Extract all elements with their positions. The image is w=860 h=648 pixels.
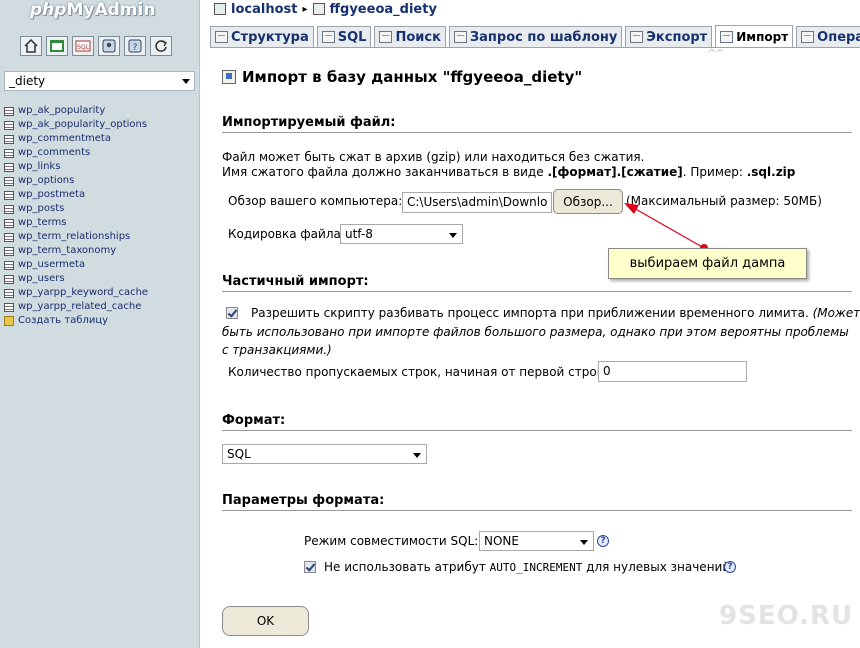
docs-icon[interactable]	[98, 36, 120, 56]
reload-icon[interactable]	[150, 36, 172, 56]
create-table-link[interactable]: Создать таблицу	[4, 314, 148, 328]
database-select[interactable]: _diety	[4, 71, 195, 91]
table-list-item[interactable]: wp_usermeta	[4, 258, 148, 272]
table-icon	[4, 106, 14, 116]
table-list-item[interactable]: wp_postmeta	[4, 188, 148, 202]
new-table-icon	[4, 316, 14, 326]
sql-compat-select[interactable]: NONE	[479, 531, 594, 551]
page-title: Импорт в базу данных "ffgyeeoa_diety"	[222, 68, 582, 86]
allow-interrupt-note: быть использовано при импорте файлов бол…	[222, 325, 849, 339]
browse-button[interactable]: Обзор...	[553, 189, 623, 214]
chevron-down-icon	[413, 453, 421, 458]
table-list-item[interactable]: wp_comments	[4, 146, 148, 160]
section-options-heading: Параметры формата:	[222, 493, 852, 511]
section-file-heading: Импортируемый файл:	[222, 115, 852, 133]
import-page: Импорт в базу данных "ffgyeeoa_diety" Им…	[222, 0, 860, 648]
table-icon	[4, 232, 14, 242]
svg-text:SQL: SQL	[77, 44, 90, 51]
import-icon	[222, 70, 236, 84]
table-list-item[interactable]: wp_term_taxonomy	[4, 244, 148, 258]
allow-interrupt-note-end: с транзакциями.)	[222, 343, 332, 357]
charset-label: Кодировка файла:	[228, 227, 345, 241]
help-icon[interactable]: ?	[124, 36, 146, 56]
sql-compat-label: Режим совместимости SQL:	[304, 534, 479, 548]
table-list: wp_ak_popularity wp_ak_popularity_option…	[4, 104, 148, 328]
ok-button[interactable]: OK	[222, 606, 309, 636]
table-icon	[4, 148, 14, 158]
skip-rows-label: Количество пропускаемых строк, начиная о…	[228, 365, 616, 379]
table-list-item[interactable]: wp_term_relationships	[4, 230, 148, 244]
file-path-field[interactable]: C:\Users\admin\Downlo	[402, 192, 552, 213]
table-icon	[4, 134, 14, 144]
table-icon	[4, 120, 14, 130]
quick-icons-toolbar: SQL ?	[20, 36, 172, 56]
table-icon	[4, 190, 14, 200]
navigation-frame: phpMyAdmin SQL ? _diety wp_ak_popularity…	[0, 0, 200, 648]
table-icon	[4, 176, 14, 186]
table-list-item[interactable]: wp_options	[4, 174, 148, 188]
table-list-item[interactable]: wp_ak_popularity_options	[4, 118, 148, 132]
annotation-callout: выбираем файл дампа	[608, 248, 807, 279]
phpmyadmin-logo[interactable]: phpMyAdmin	[30, 0, 155, 20]
file-description-line2: Имя сжатого файла должно заканчиваться в…	[222, 165, 796, 179]
table-icon	[4, 260, 14, 270]
browse-label: Обзор вашего компьютера:	[228, 194, 403, 208]
section-format-heading: Формат:	[222, 413, 852, 431]
table-icon	[4, 288, 14, 298]
no-auto-increment-label: Не использовать атрибут AUTO_INCREMENT д…	[324, 560, 731, 574]
table-list-item[interactable]: wp_posts	[4, 202, 148, 216]
table-list-item[interactable]: wp_yarpp_keyword_cache	[4, 286, 148, 300]
file-description: Файл может быть сжат в архив (gzip) или …	[222, 150, 645, 164]
help-icon[interactable]: ?	[597, 535, 609, 547]
table-list-item[interactable]: wp_ak_popularity	[4, 104, 148, 118]
table-list-item[interactable]: wp_commentmeta	[4, 132, 148, 146]
no-auto-increment-checkbox[interactable]	[304, 561, 316, 573]
sql-icon[interactable]: SQL	[72, 36, 94, 56]
charset-select[interactable]: utf-8	[340, 224, 463, 244]
table-icon	[4, 274, 14, 284]
max-size-text: (Максимальный размер: 50МБ)	[626, 194, 822, 208]
allow-interrupt-label: Разрешить скрипту разбивать процесс импо…	[251, 306, 860, 320]
chevron-down-icon	[182, 79, 190, 84]
home-icon[interactable]	[20, 36, 42, 56]
allow-interrupt-checkbox[interactable]	[226, 307, 238, 319]
svg-text:?: ?	[133, 43, 138, 53]
chevron-down-icon	[580, 540, 588, 545]
query-window-icon[interactable]	[46, 36, 68, 56]
table-list-item[interactable]: wp_yarpp_related_cache	[4, 300, 148, 314]
table-icon	[4, 162, 14, 172]
table-icon	[4, 302, 14, 312]
table-icon	[4, 204, 14, 214]
chevron-down-icon	[449, 233, 457, 238]
table-list-item[interactable]: wp_terms	[4, 216, 148, 230]
help-icon[interactable]: ?	[724, 561, 736, 573]
table-icon	[4, 246, 14, 256]
table-list-item[interactable]: wp_links	[4, 160, 148, 174]
skip-rows-input[interactable]: 0	[598, 361, 747, 382]
table-icon	[4, 218, 14, 228]
watermark: 9SEO.RU	[719, 601, 854, 631]
format-select[interactable]: SQL	[222, 444, 427, 464]
table-list-item[interactable]: wp_users	[4, 272, 148, 286]
